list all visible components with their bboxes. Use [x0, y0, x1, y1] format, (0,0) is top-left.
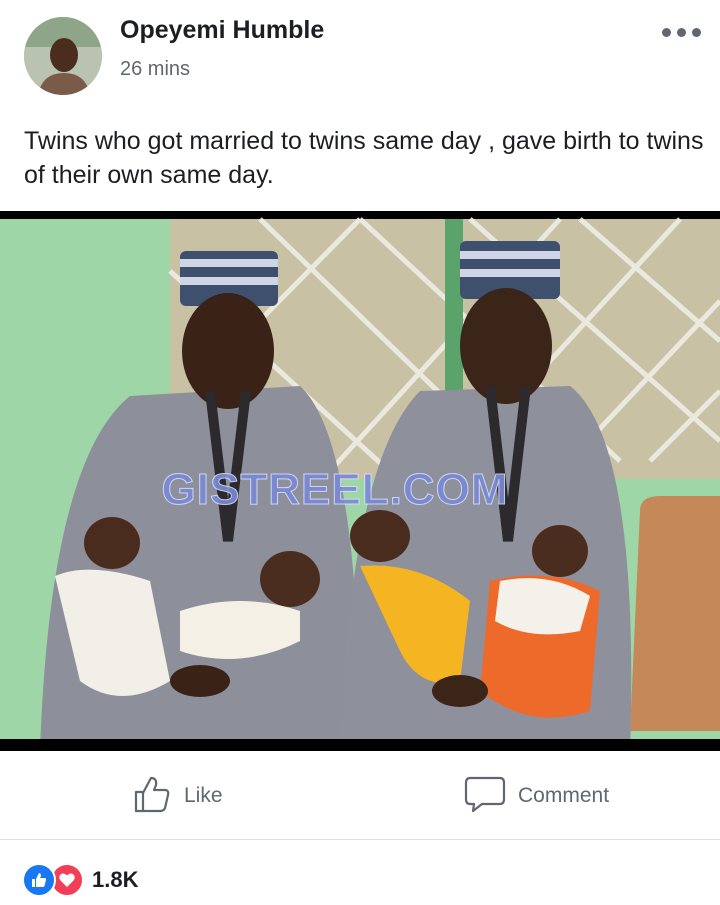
post-header: Opeyemi Humble 26 mins: [0, 0, 720, 110]
action-bar: Like Comment: [0, 752, 720, 840]
avatar[interactable]: [24, 17, 102, 95]
comment-button[interactable]: Comment: [464, 774, 609, 818]
post-caption: Twins who got married to twins same day …: [24, 127, 704, 189]
post-timestamp[interactable]: 26 mins: [120, 58, 190, 81]
watermark-text: GISTREEL.COM: [161, 465, 509, 515]
like-reaction-icon: [22, 863, 56, 897]
comment-label: Comment: [518, 784, 610, 807]
more-dots-icon[interactable]: [660, 18, 704, 46]
thumbs-up-icon: [132, 774, 172, 819]
post-photo[interactable]: GISTREEL.COM: [0, 211, 720, 751]
reaction-count: 1.8K: [92, 867, 139, 892]
comment-bubble-icon: [464, 774, 506, 819]
reaction-summary[interactable]: 1.8K: [22, 862, 138, 898]
author-name[interactable]: Opeyemi Humble: [120, 16, 324, 45]
like-button[interactable]: Like: [132, 774, 223, 818]
like-label: Like: [184, 784, 223, 807]
